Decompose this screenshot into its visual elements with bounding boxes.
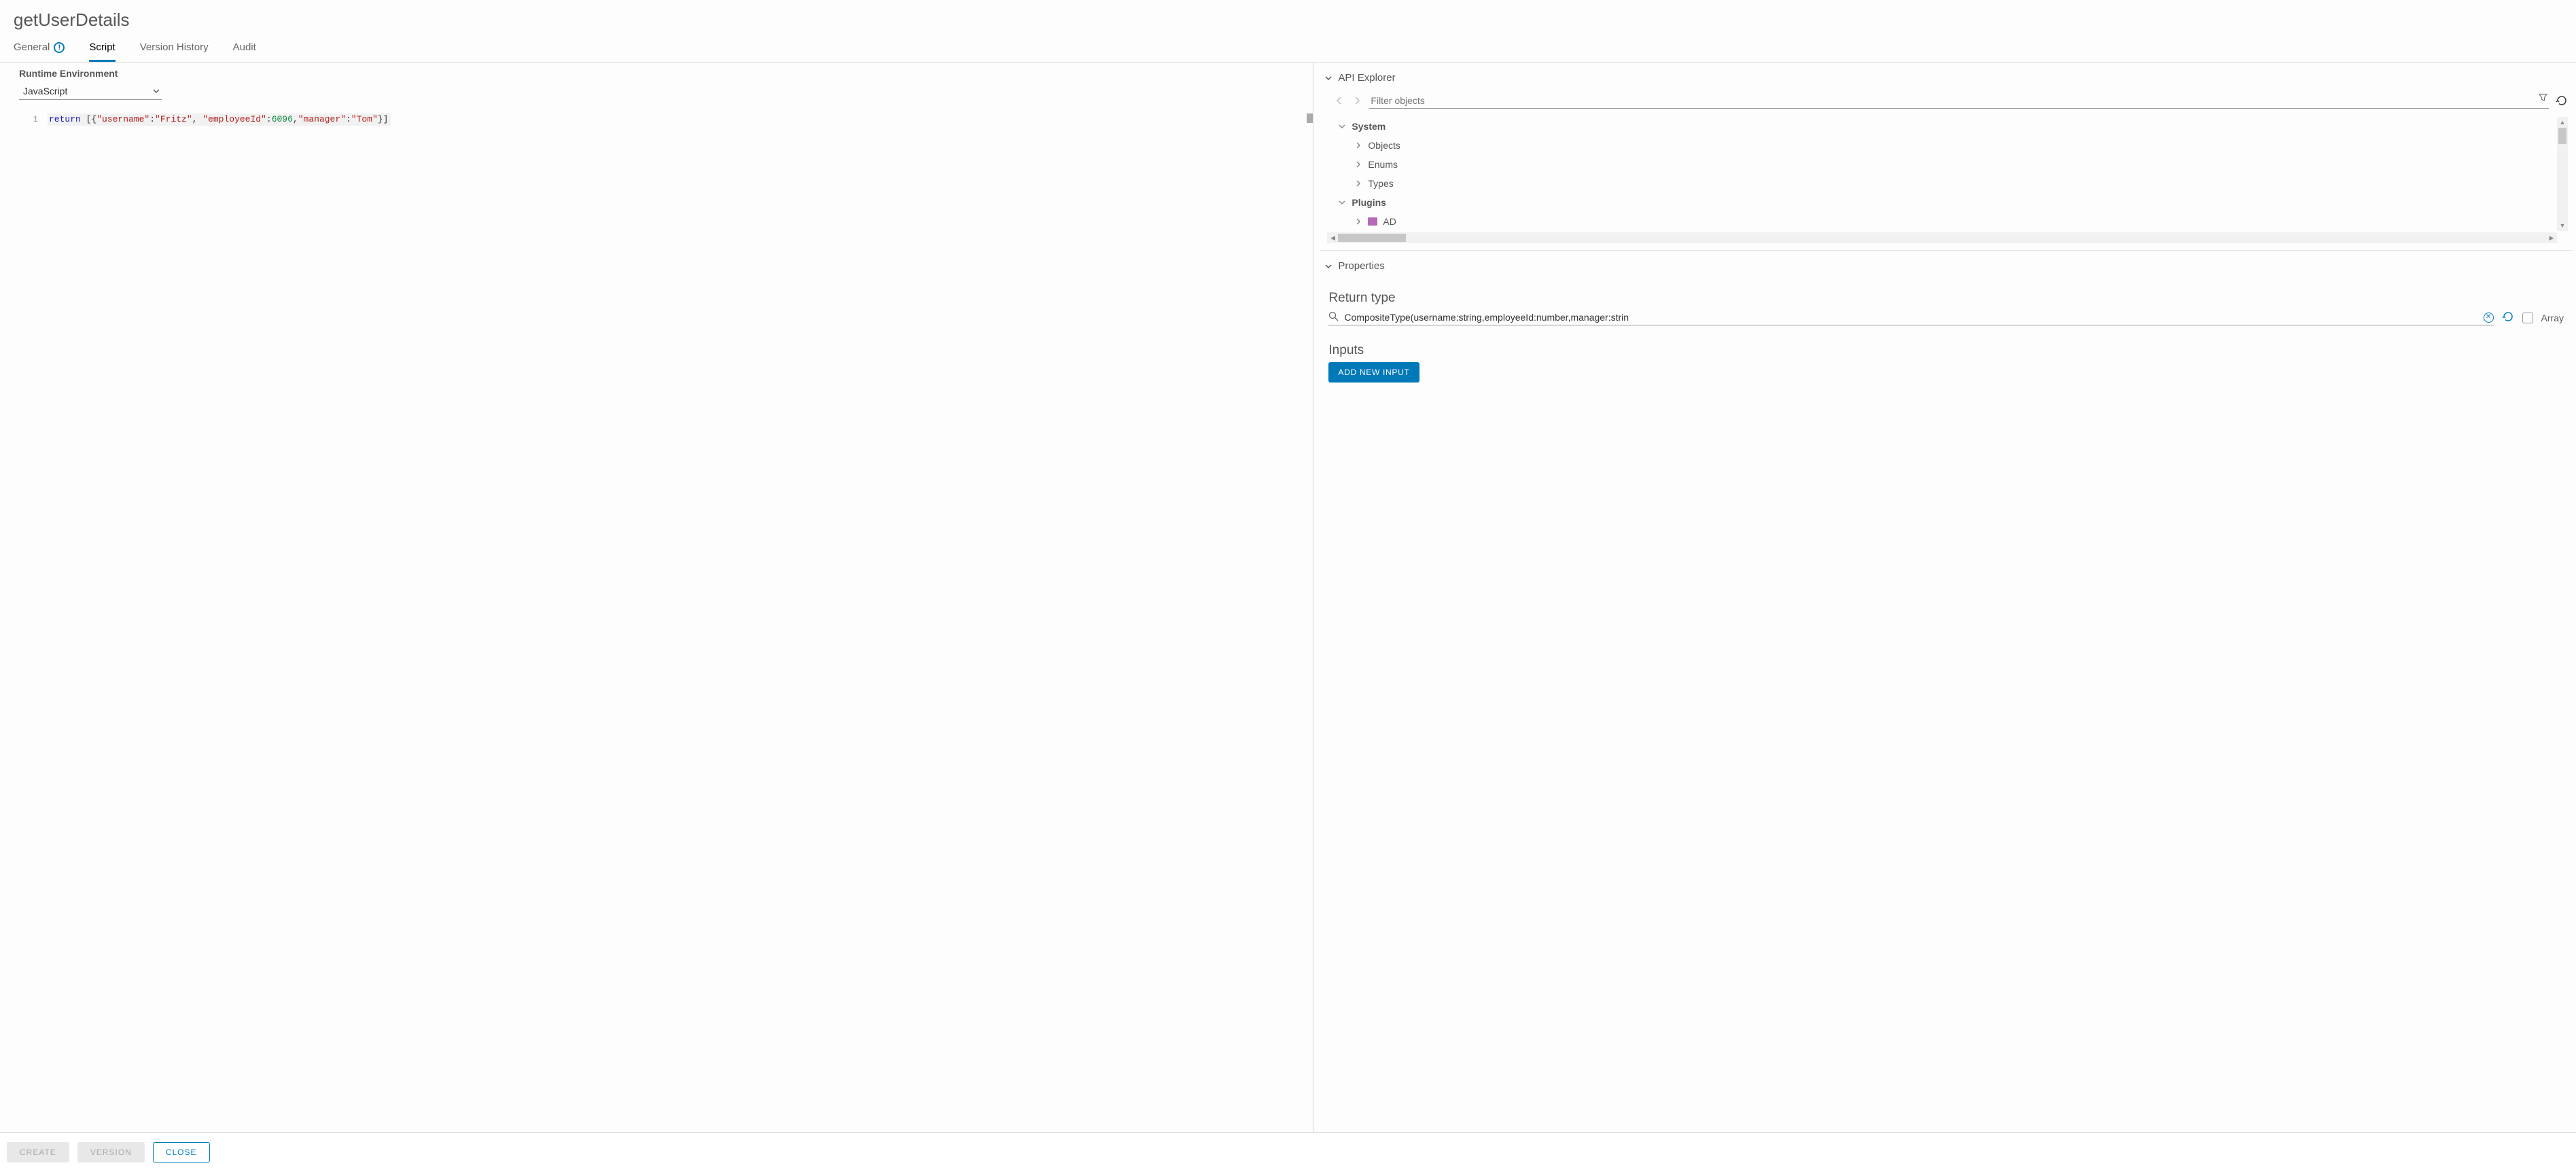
search-icon (1328, 311, 1339, 323)
chevron-down-icon (1324, 74, 1333, 82)
tree-node-system[interactable]: System (1330, 117, 1490, 136)
tab-audit[interactable]: Audit (233, 33, 256, 62)
tree-label: System (1352, 121, 1386, 132)
tree-label: AD (1383, 216, 1396, 227)
page-title: getUserDetails (0, 0, 2576, 33)
chevron-down-icon (1338, 122, 1346, 130)
return-type-label: Return type (1328, 291, 2564, 306)
tree-node-enums[interactable]: Enums (1330, 155, 1490, 174)
scroll-thumb[interactable] (2558, 128, 2566, 144)
filter-icon[interactable] (2539, 93, 2547, 104)
editor-gutter: 1 (0, 109, 48, 1132)
close-button[interactable]: CLOSE (153, 1142, 210, 1162)
line-number: 1 (0, 113, 38, 126)
tab-audit-label: Audit (233, 41, 256, 53)
tab-general-label: General (14, 41, 50, 53)
tab-version-history[interactable]: Version History (140, 33, 209, 62)
runtime-env-value: JavaScript (23, 86, 67, 96)
refresh-icon[interactable] (2556, 94, 2568, 109)
create-button[interactable]: CREATE (7, 1142, 69, 1162)
runtime-env-select[interactable]: JavaScript (19, 83, 162, 100)
chevron-right-icon (1354, 160, 1362, 168)
inputs-label: Inputs (1328, 343, 2564, 358)
return-type-input[interactable] (1343, 311, 2479, 323)
info-icon: ! (54, 42, 65, 53)
chevron-right-icon (1354, 141, 1362, 149)
chevron-right-icon (1354, 217, 1362, 226)
api-explorer-heading: API Explorer (1338, 72, 1395, 84)
footer-bar: CREATE VERSION CLOSE (0, 1133, 2576, 1172)
editor-body[interactable]: return [{"username":"Fritz", "employeeId… (48, 109, 1313, 1132)
tree-label: Enums (1368, 159, 1398, 170)
nav-back-icon[interactable] (1334, 95, 1345, 108)
api-explorer-section-toggle[interactable]: API Explorer (1320, 63, 2572, 93)
version-button[interactable]: VERSION (77, 1142, 145, 1162)
tree-node-ad[interactable]: AD (1330, 212, 1490, 231)
add-new-input-button[interactable]: ADD NEW INPUT (1328, 362, 1419, 383)
scroll-down-icon[interactable]: ▼ (2557, 220, 2568, 231)
chevron-down-icon (1324, 262, 1333, 270)
array-checkbox[interactable] (2522, 313, 2533, 323)
tree-horizontal-scrollbar[interactable]: ◀ ▶ (1327, 232, 2557, 243)
scroll-up-icon[interactable]: ▲ (2557, 117, 2568, 128)
runtime-env-label: Runtime Environment (19, 68, 1306, 79)
tab-script-label: Script (89, 41, 115, 53)
tree-node-plugins[interactable]: Plugins (1330, 193, 1490, 212)
scroll-left-icon[interactable]: ◀ (1327, 232, 1338, 243)
refresh-icon[interactable] (2502, 310, 2514, 325)
tree-vertical-scrollbar[interactable]: ▲ ▼ (2557, 117, 2568, 231)
api-tree[interactable]: System Objects (1327, 117, 2568, 243)
scroll-right-icon[interactable]: ▶ (2546, 232, 2557, 243)
tree-node-types[interactable]: Types (1330, 174, 1490, 193)
properties-section-toggle[interactable]: Properties (1320, 251, 2572, 281)
properties-heading: Properties (1338, 260, 1384, 272)
tree-label: Types (1368, 178, 1393, 189)
editor-minimap[interactable] (1307, 113, 1313, 123)
clear-icon[interactable]: ✕ (2484, 313, 2494, 323)
chevron-down-icon (1338, 198, 1346, 207)
tree-label: Plugins (1352, 197, 1386, 208)
chevron-down-icon (152, 87, 160, 95)
tab-general[interactable]: General ! (14, 33, 65, 62)
tree-label: Objects (1368, 140, 1400, 151)
tab-version-history-label: Version History (140, 41, 209, 53)
nav-forward-icon[interactable] (1352, 95, 1362, 108)
code-line: return [{"username":"Fritz", "employeeId… (48, 113, 391, 126)
plugin-icon (1368, 217, 1377, 226)
filter-objects-input[interactable] (1369, 94, 2549, 107)
chevron-right-icon (1354, 179, 1362, 188)
code-editor[interactable]: 1 return [{"username":"Fritz", "employee… (0, 109, 1313, 1132)
array-checkbox-label: Array (2541, 313, 2564, 323)
scroll-thumb[interactable] (1338, 234, 1406, 242)
tab-script[interactable]: Script (89, 33, 115, 62)
tabs-bar: General ! Script Version History Audit (0, 33, 2576, 63)
tree-node-objects[interactable]: Objects (1330, 136, 1490, 155)
